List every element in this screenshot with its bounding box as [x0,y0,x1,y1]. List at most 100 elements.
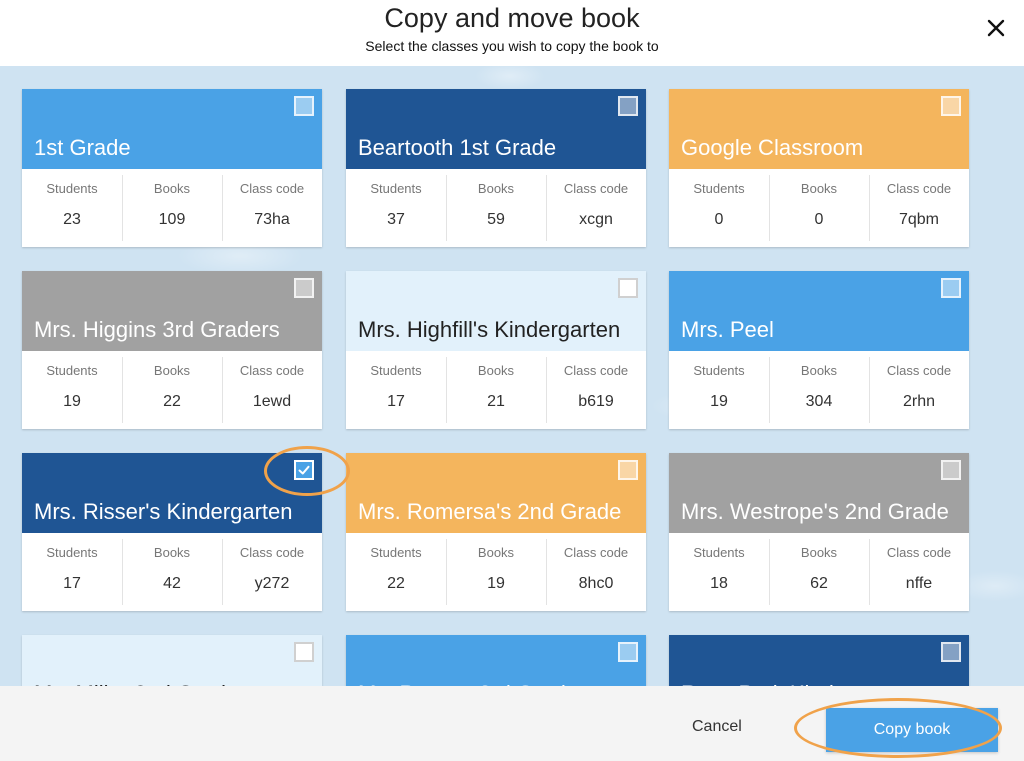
class-grid: 1st Grade Students 23 Books 109 Class code 73h… [0,66,1024,686]
class-card[interactable]: Mrs. Risser's Kindergarten Students 17 Book… [22,453,322,611]
stat-books: Books 59 [446,169,546,247]
class-list[interactable]: 1st Grade Students 23 Books 109 Class code 73h… [0,66,1024,686]
stat-books: Books 19 [446,533,546,611]
class-card-header: Rose Park Kindergarten [669,635,969,686]
copy-book-button[interactable]: Copy book [826,708,998,752]
class-name: Mrs. Westrope's 2nd Grade [681,499,949,524]
stat-label: Students [370,545,422,560]
class-card-header: Beartooth 1st Grade [346,89,646,169]
stat-students: Students 19 [22,351,122,429]
stat-value: 22 [163,393,181,410]
class-select-checkbox[interactable] [294,642,314,662]
stat-books: Books 109 [122,169,222,247]
stat-students: Students 37 [346,169,446,247]
class-select-checkbox[interactable] [941,642,961,662]
stat-class-code: Class code y272 [222,533,322,611]
stat-class-code: Class code xcgn [546,169,646,247]
stat-books: Books 21 [446,351,546,429]
stat-label: Class code [886,545,952,560]
class-card[interactable]: Mrs. Highfill's Kindergarten Students 17 Bo… [346,271,646,429]
stat-value: 22 [387,575,405,592]
class-select-checkbox[interactable] [618,96,638,116]
class-card[interactable]: Ms. Powers 3rd GradersStudentsBooksClass… [346,635,646,686]
stat-value: xcgn [579,211,613,228]
stat-value: 304 [805,393,833,410]
stat-value: 19 [63,393,81,410]
stat-students: Students 17 [22,533,122,611]
stat-class-code: Class code 1ewd [222,351,322,429]
class-stats: Students 19 Books 22 Class code 1ewd [22,351,322,429]
class-name: Mrs. Highfill's Kindergarten [358,317,621,342]
stat-students: Students 18 [669,533,769,611]
cancel-button[interactable]: Cancel [692,718,742,736]
stat-class-code: Class code 8hc0 [546,533,646,611]
class-card[interactable]: Beartooth 1st Grade Students 37 Books 59 Clas… [346,89,646,247]
dialog-header: Copy and move book Select the classes yo… [0,0,1024,66]
class-select-checkbox[interactable] [941,278,961,298]
dialog-title: Copy and move book [384,3,640,33]
dialog-subtitle: Select the classes you wish to copy the … [365,38,659,54]
stat-class-code: Class code b619 [546,351,646,429]
class-stats: Students 37 Books 59 Class code xcgn [346,169,646,247]
class-card[interactable]: Mrs. Romersa's 2nd Grade Students 22 Books 1… [346,453,646,611]
stat-value: 109 [158,211,186,228]
class-select-checkbox[interactable] [294,460,314,480]
class-name: Beartooth 1st Grade [358,135,557,160]
stat-value: 62 [810,575,828,592]
stat-label: Books [477,545,515,560]
class-select-checkbox[interactable] [294,96,314,116]
stat-value: 23 [63,211,81,228]
class-card-header: Ms. Powers 3rd Graders [346,635,646,686]
class-select-checkbox[interactable] [941,96,961,116]
stat-value: 0 [814,211,824,228]
dialog-footer: Cancel Copy book [0,686,1024,761]
stat-value: 0 [714,211,724,228]
class-card-header: Mrs. Peel [669,271,969,351]
stat-books: Books 42 [122,533,222,611]
class-select-checkbox[interactable] [294,278,314,298]
stat-label: Books [153,545,191,560]
stat-label: Class code [563,363,629,378]
stat-label: Students [693,363,745,378]
checkmark-icon [298,465,310,475]
class-select-checkbox[interactable] [618,460,638,480]
stat-students: Students 19 [669,351,769,429]
class-card[interactable]: Ms. Miller 2nd GradeStudentsBooksClass c… [22,635,322,686]
stat-label: Students [46,181,98,196]
class-card-header: Mrs. Westrope's 2nd Grade [669,453,969,533]
class-stats: Students 17 Books 21 Class code b619 [346,351,646,429]
class-stats: Students 17 Books 42 Class code y272 [22,533,322,611]
stat-class-code: Class code 2rhn [869,351,969,429]
stat-label: Class code [886,181,952,196]
class-card[interactable]: Mrs. Peel Students 19 Books 304 Class code 2rh… [669,271,969,429]
stat-label: Students [370,181,422,196]
class-select-checkbox[interactable] [618,642,638,662]
stat-value: 7qbm [898,211,940,228]
class-card[interactable]: Google Classroom Students 0 Books 0 Class cod… [669,89,969,247]
class-card[interactable]: Mrs. Westrope's 2nd Grade Students 18 Books… [669,453,969,611]
stat-label: Students [370,363,422,378]
class-card[interactable]: 1st Grade Students 23 Books 109 Class code 73h… [22,89,322,247]
stat-label: Class code [886,363,952,378]
stat-value: 2rhn [902,393,936,410]
stat-students: Students 17 [346,351,446,429]
close-icon[interactable] [984,16,1008,40]
class-card[interactable]: Rose Park KindergartenStudentsBooksClass… [669,635,969,686]
class-select-checkbox[interactable] [618,278,638,298]
stat-label: Class code [563,181,629,196]
stat-label: Books [153,363,191,378]
class-card[interactable]: Mrs. Higgins 3rd Graders Students 19 Books 2… [22,271,322,429]
stat-value: 1ewd [252,393,292,410]
class-name: Mrs. Romersa's 2nd Grade [358,499,622,524]
stat-label: Students [693,181,745,196]
stat-value: nffe [905,575,933,592]
stat-label: Books [800,545,838,560]
stat-value: 59 [487,211,505,228]
class-card-header: Mrs. Highfill's Kindergarten [346,271,646,351]
stat-value: 19 [487,575,505,592]
stat-students: Students 22 [346,533,446,611]
class-stats: Students 19 Books 304 Class code 2rhn [669,351,969,429]
class-select-checkbox[interactable] [941,460,961,480]
stat-class-code: Class code 7qbm [869,169,969,247]
stat-value: b619 [578,393,614,410]
